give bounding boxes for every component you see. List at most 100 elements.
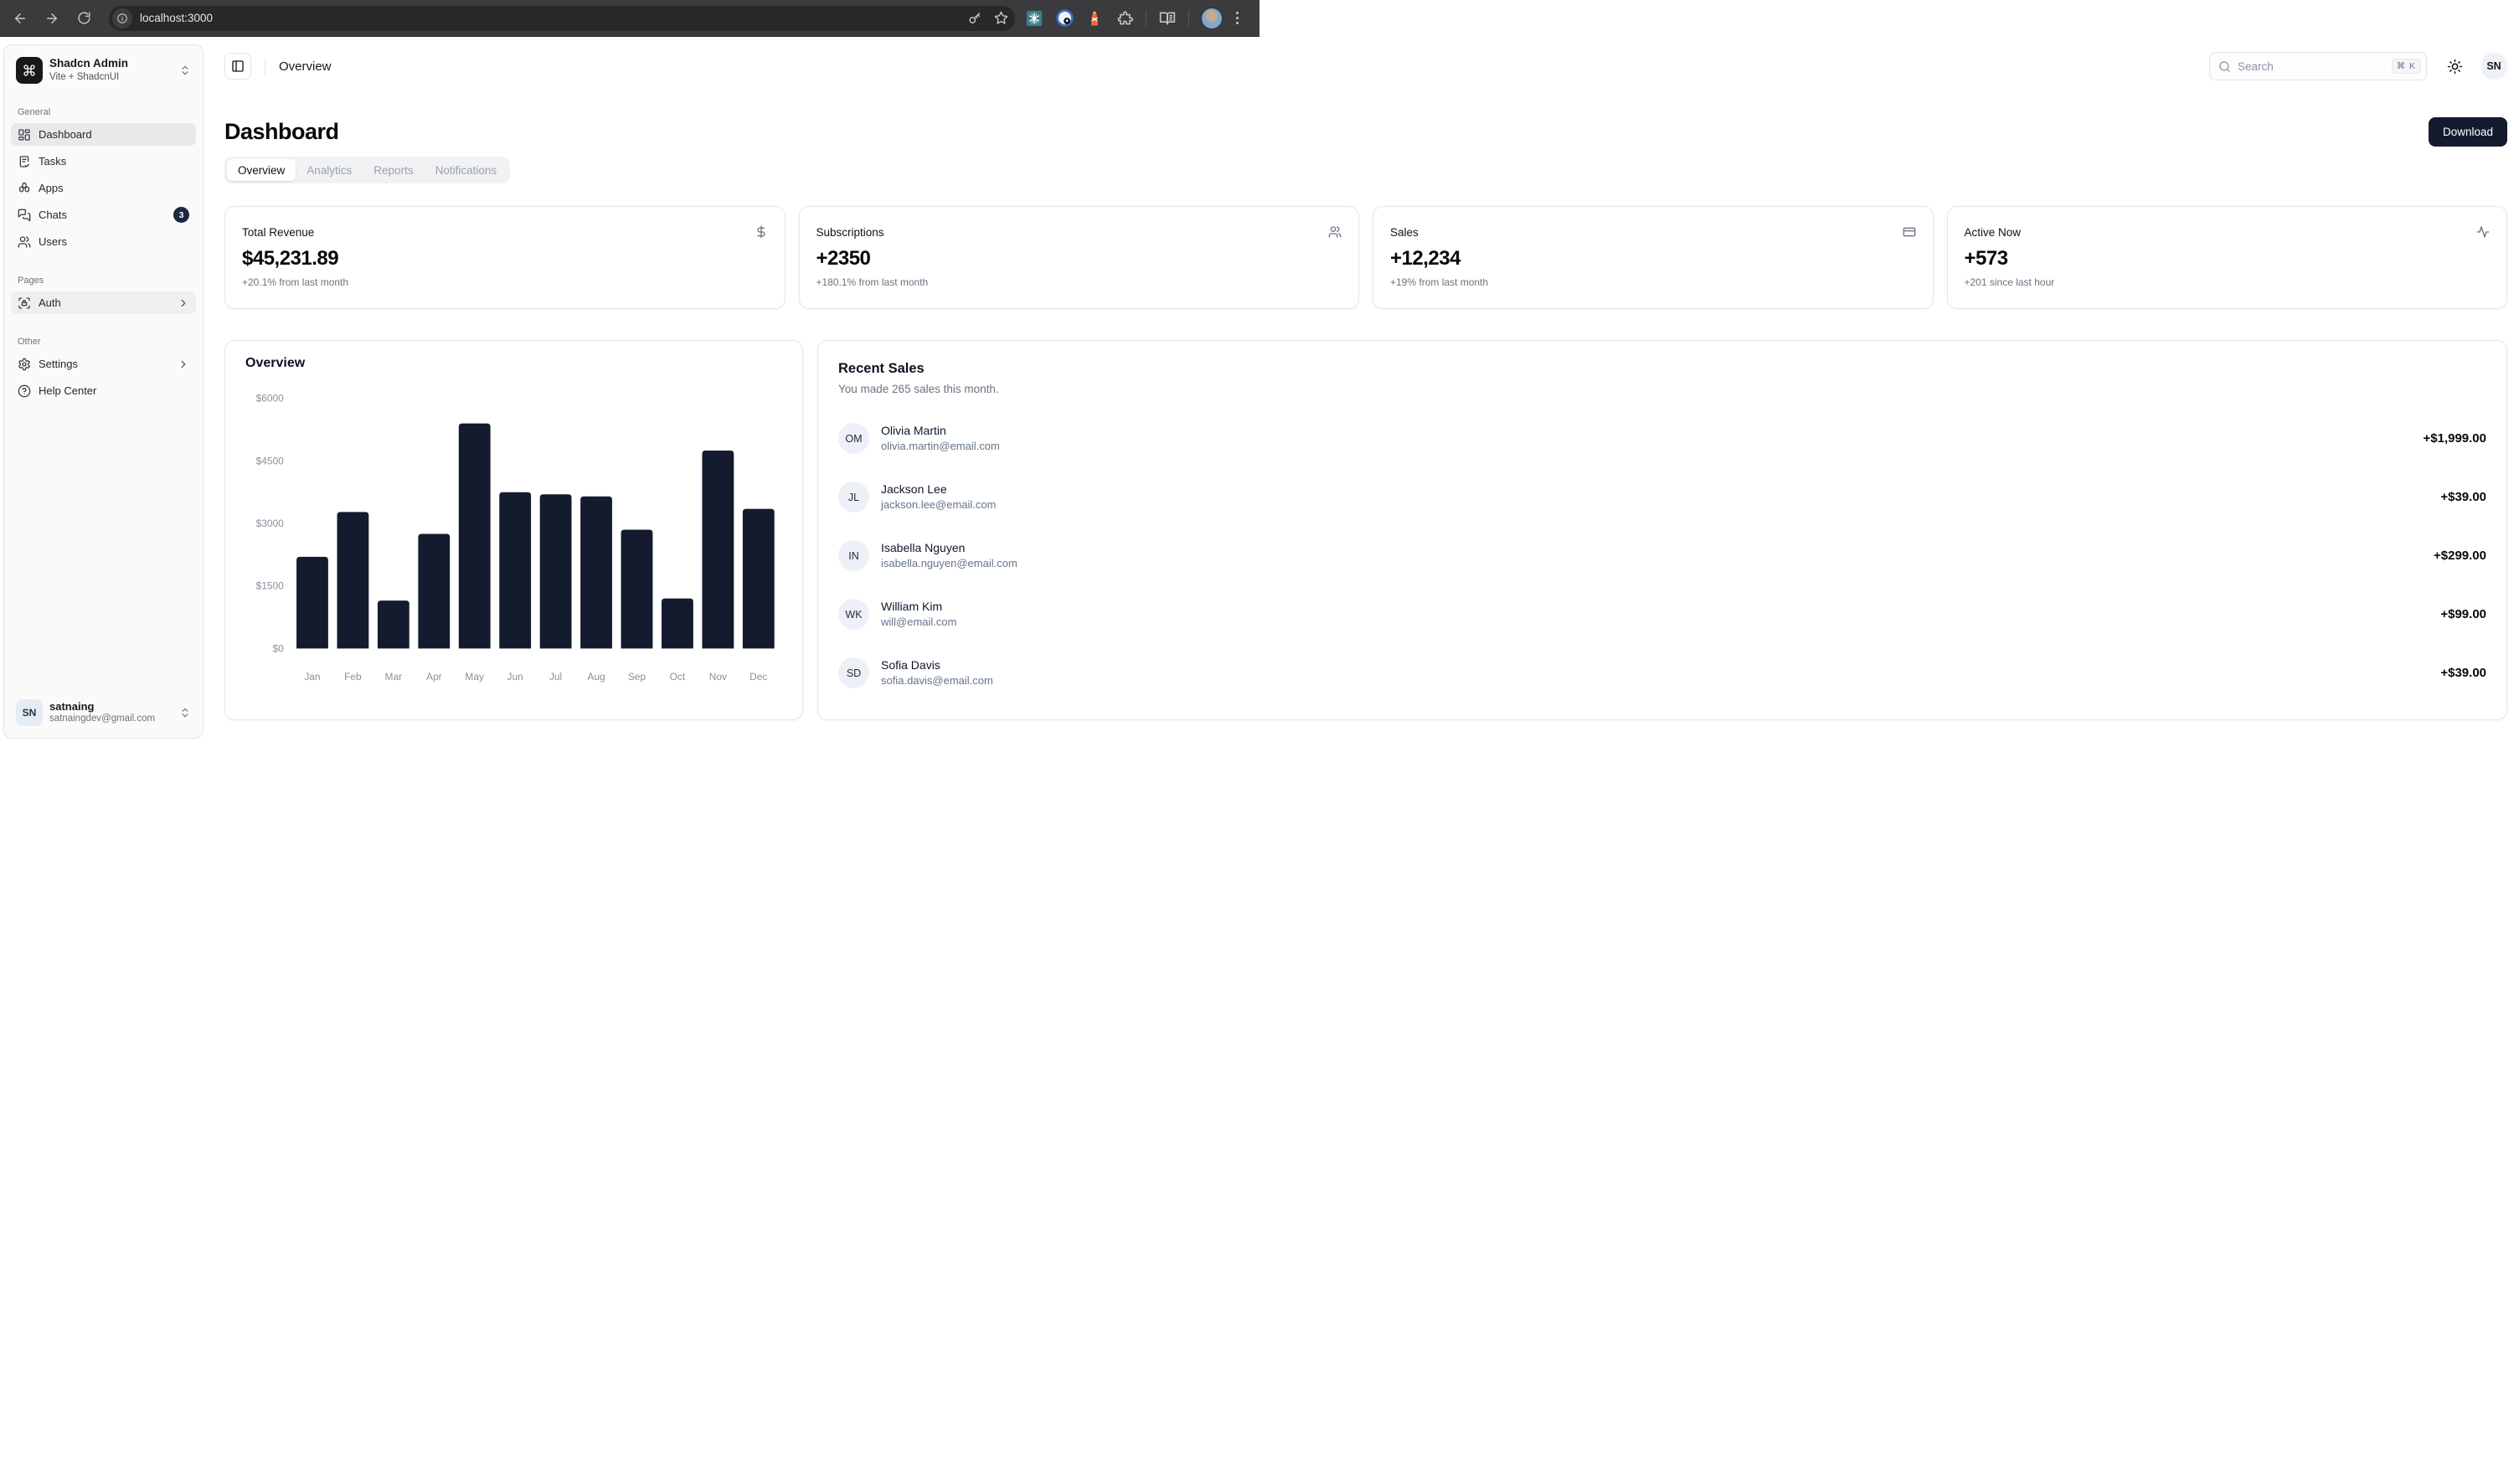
- chart-axis-label: Apr: [426, 671, 442, 683]
- bookmark-button[interactable]: [994, 11, 1008, 25]
- password-manager-button[interactable]: [968, 11, 982, 25]
- avatar: OM: [838, 423, 869, 454]
- bar-dec: [743, 509, 775, 649]
- sale-name: William Kim: [881, 600, 957, 615]
- browser-reload-button[interactable]: [72, 7, 95, 30]
- browser-forward-button[interactable]: [40, 7, 64, 30]
- sale-row: WK William Kimwill@email.com +$99.00: [838, 599, 2486, 630]
- sidebar-toggle-button[interactable]: [224, 53, 251, 80]
- chart-axis-label: $1500: [256, 580, 285, 592]
- extension-teal-button[interactable]: [1025, 9, 1043, 28]
- panel-left-icon: [231, 59, 245, 73]
- help-icon: [18, 384, 31, 398]
- sidebar-item-label: Chats: [39, 209, 166, 221]
- chart-axis-label: Feb: [344, 671, 362, 683]
- sale-email: will@email.com: [881, 616, 957, 629]
- reading-list-button[interactable]: [1158, 9, 1177, 28]
- recent-sales-subtitle: You made 265 sales this month.: [838, 383, 2486, 395]
- reload-icon: [77, 11, 91, 25]
- chevrons-up-down-icon: [179, 707, 191, 719]
- search-box[interactable]: ⌘ K: [2209, 52, 2427, 80]
- book-icon: [1159, 10, 1176, 27]
- sidebar-item-auth[interactable]: Auth: [11, 291, 196, 314]
- chevron-right-icon: [178, 358, 189, 370]
- arrow-left-icon: [13, 11, 28, 26]
- extension-lighthouse-button[interactable]: [1085, 9, 1104, 28]
- stat-change: +19% from last month: [1390, 276, 1916, 288]
- avatar: JL: [838, 482, 869, 513]
- user-avatar: SN: [16, 699, 43, 726]
- download-button[interactable]: Download: [2429, 117, 2507, 147]
- bar-jan: [296, 557, 328, 648]
- sale-amount: +$299.00: [2434, 549, 2486, 563]
- sidebar-item-users[interactable]: Users: [11, 230, 196, 253]
- browser-menu-button[interactable]: [1236, 12, 1239, 24]
- stat-change: +201 since last hour: [1965, 276, 2491, 288]
- tab-notifications[interactable]: Notifications: [425, 159, 508, 181]
- chevron-right-icon: [178, 297, 189, 309]
- tab-reports[interactable]: Reports: [363, 159, 424, 181]
- sidebar-item-chats[interactable]: Chats 3: [11, 204, 196, 226]
- star-icon: [994, 11, 1008, 25]
- stat-value: +12,234: [1390, 247, 1916, 271]
- extension-password-button[interactable]: [1055, 9, 1074, 28]
- sidebar-item-label: Settings: [39, 358, 170, 370]
- user-email: satnaingdev@gmail.com: [49, 713, 173, 725]
- extensions-menu-button[interactable]: [1115, 9, 1134, 28]
- sidebar-item-help-center[interactable]: Help Center: [11, 379, 196, 402]
- bar-feb: [337, 512, 368, 648]
- bar-aug: [580, 497, 612, 649]
- sale-row: IN Isabella Nguyenisabella.nguyen@email.…: [838, 540, 2486, 571]
- overview-bar-chart: $0$1500$3000$4500$6000JanFebMarAprMayJun…: [245, 379, 782, 691]
- browser-toolbar: localhost:3000: [0, 0, 1260, 37]
- key-icon: [968, 11, 982, 25]
- sidebar-item-tasks[interactable]: Tasks: [11, 150, 196, 173]
- sale-name: Sofia Davis: [881, 658, 993, 673]
- browser-back-button[interactable]: [8, 7, 32, 30]
- chart-axis-label: May: [465, 671, 484, 683]
- tab-analytics[interactable]: Analytics: [296, 159, 363, 181]
- teal-extension-icon: [1026, 10, 1043, 27]
- site-info-button[interactable]: [112, 8, 132, 28]
- sale-row: JL Jackson Leejackson.lee@email.com +$39…: [838, 482, 2486, 513]
- sale-email: jackson.lee@email.com: [881, 498, 996, 512]
- sidebar-item-label: Help Center: [39, 384, 189, 397]
- credit-card-icon: [1903, 225, 1916, 239]
- chart-axis-label: Jan: [304, 671, 320, 683]
- sun-icon: [2447, 59, 2463, 75]
- team-plan: Vite + ShadcnUI: [49, 71, 173, 83]
- sidebar-group-label: General: [11, 107, 196, 117]
- browser-profile-avatar[interactable]: [1201, 8, 1223, 29]
- sidebar: Shadcn Admin Vite + ShadcnUI General Das…: [3, 44, 203, 739]
- profile-menu-button[interactable]: SN: [2480, 53, 2507, 80]
- sidebar-item-dashboard[interactable]: Dashboard: [11, 123, 196, 146]
- boxes-icon: [18, 182, 31, 195]
- chart-axis-label: $6000: [256, 393, 285, 404]
- app-header: Overview ⌘ K SN: [224, 53, 2507, 80]
- info-icon: [116, 13, 128, 24]
- sale-row: SD Sofia Davissofia.davis@email.com +$39…: [838, 657, 2486, 688]
- sidebar-item-settings[interactable]: Settings: [11, 353, 196, 375]
- dashboard-page: Dashboard Download Overview Analytics Re…: [203, 117, 2519, 720]
- theme-toggle-button[interactable]: [2440, 52, 2469, 80]
- search-input[interactable]: [2238, 60, 2392, 73]
- arrow-right-icon: [44, 11, 59, 26]
- bar-may: [459, 424, 491, 649]
- bar-jun: [499, 492, 531, 649]
- sidebar-item-apps[interactable]: Apps: [11, 177, 196, 199]
- lock-access-icon: [18, 296, 31, 310]
- chart-axis-label: $0: [273, 642, 285, 654]
- stat-change: +180.1% from last month: [816, 276, 1342, 288]
- chart-axis-label: $4500: [256, 455, 285, 466]
- main-area: Overview ⌘ K SN Dashboard Download Overv…: [203, 37, 2519, 1484]
- sale-name: Isabella Nguyen: [881, 541, 1017, 556]
- chart-axis-label: Jul: [549, 671, 562, 683]
- users-icon: [1328, 225, 1342, 239]
- stat-title: Total Revenue: [242, 226, 314, 239]
- tab-overview[interactable]: Overview: [227, 159, 296, 181]
- team-switcher[interactable]: Shadcn Admin Vite + ShadcnUI: [11, 52, 196, 89]
- address-bar[interactable]: localhost:3000: [109, 6, 1015, 31]
- sidebar-user-menu[interactable]: SN satnaing satnaingdev@gmail.com: [11, 694, 196, 731]
- search-icon: [2218, 60, 2231, 73]
- dollar-icon: [755, 225, 768, 239]
